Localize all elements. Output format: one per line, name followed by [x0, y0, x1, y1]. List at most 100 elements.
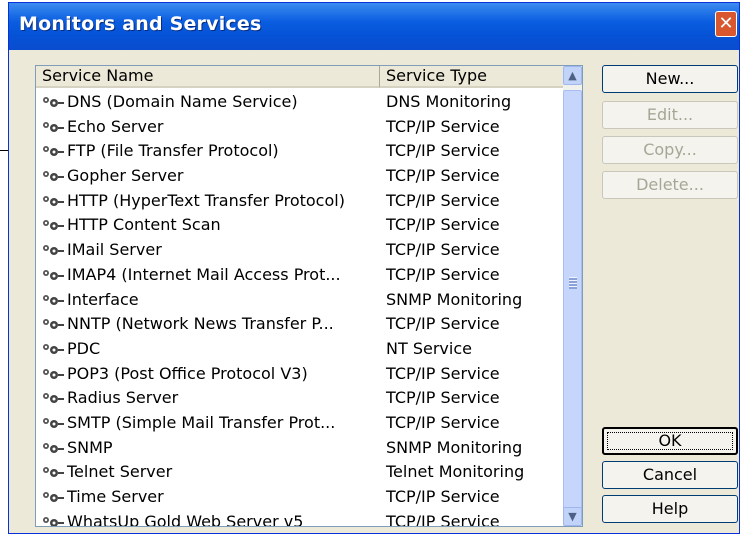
service-name: Gopher Server — [42, 164, 380, 188]
list-item[interactable]: Telnet Server Telnet Monitoring — [36, 460, 564, 485]
list-item[interactable]: Echo Server TCP/IP Service — [36, 115, 564, 140]
list-item[interactable]: IMail Server TCP/IP Service — [36, 238, 564, 263]
list-item[interactable]: Gopher Server TCP/IP Service — [36, 164, 564, 189]
list-rows: DNS (Domain Name Service) DNS Monitoring E… — [36, 90, 564, 527]
column-header-service-name[interactable]: Service Name — [36, 66, 380, 88]
list-item[interactable]: IMAP4 (Internet Mail Access Prot... TCP/I… — [36, 263, 564, 288]
service-name-text: POP3 (Post Office Protocol V3) — [67, 363, 308, 383]
service-name: Interface — [42, 288, 380, 312]
service-name: FTP (File Transfer Protocol) — [42, 139, 380, 163]
service-icon — [43, 393, 64, 404]
ok-button[interactable]: OK — [602, 427, 738, 455]
service-icon — [43, 368, 64, 379]
list-item[interactable]: Time Server TCP/IP Service — [36, 485, 564, 510]
list-item[interactable]: HTTP (HyperText Transfer Protocol) TCP/IP… — [36, 189, 564, 214]
close-icon: ✕ — [718, 13, 734, 34]
service-type: SNMP Monitoring — [386, 437, 523, 457]
service-name: IMAP4 (Internet Mail Access Prot... — [42, 263, 380, 287]
service-name-text: DNS (Domain Name Service) — [67, 92, 298, 111]
service-name-text: SMTP (Simple Mail Transfer Prot... — [67, 412, 336, 432]
list-item[interactable]: HTTP Content Scan TCP/IP Service — [36, 213, 564, 238]
service-type: TCP/IP Service — [386, 511, 500, 527]
service-type: TCP/IP Service — [386, 487, 500, 506]
service-type: SNMP Monitoring — [386, 289, 523, 309]
service-type: TCP/IP Service — [386, 314, 500, 334]
service-name-text: IMail Server — [67, 240, 162, 260]
service-icon — [43, 269, 64, 280]
edit-button[interactable]: Edit... — [602, 101, 738, 129]
service-name: HTTP Content Scan — [42, 213, 380, 237]
close-button[interactable]: ✕ — [715, 11, 737, 37]
scroll-up-button[interactable]: ▲ — [563, 66, 582, 85]
service-icon — [43, 492, 64, 502]
window-title: Monitors and Services — [19, 13, 262, 35]
list-item[interactable]: DNS (Domain Name Service) DNS Monitoring — [36, 90, 564, 115]
service-name-text: FTP (File Transfer Protocol) — [67, 141, 279, 161]
service-name-text: HTTP (HyperText Transfer Protocol) — [67, 190, 345, 210]
service-type: NT Service — [386, 338, 472, 358]
service-name: SMTP (Simple Mail Transfer Prot... — [42, 411, 380, 435]
scroll-down-button[interactable]: ▼ — [563, 507, 582, 526]
service-name: HTTP (HyperText Transfer Protocol) — [42, 189, 380, 213]
service-type: TCP/IP Service — [386, 264, 500, 284]
service-name-text: Time Server — [67, 487, 164, 506]
list-item[interactable]: NNTP (Network News Transfer P... TCP/IP S… — [36, 312, 564, 337]
service-name: Telnet Server — [42, 460, 380, 484]
service-type: TCP/IP Service — [386, 166, 500, 186]
service-name-text: Telnet Server — [67, 462, 173, 482]
column-header-service-type[interactable]: Service Type — [380, 66, 564, 88]
list-item[interactable]: WhatsUp Gold Web Server v5 TCP/IP Service — [36, 510, 564, 527]
service-icon — [43, 195, 64, 206]
service-name: NNTP (Network News Transfer P... — [42, 312, 380, 336]
service-name: Echo Server — [42, 115, 380, 139]
list-item[interactable]: FTP (File Transfer Protocol) TCP/IP Servi… — [36, 139, 564, 164]
focus-rect — [607, 432, 733, 450]
services-list[interactable]: Service Name Service Type DNS (Domain Na… — [35, 65, 583, 527]
delete-button[interactable]: Delete... — [602, 171, 738, 199]
copy-button[interactable]: Copy... — [602, 136, 738, 164]
service-type: TCP/IP Service — [386, 215, 500, 235]
service-name-text: NNTP (Network News Transfer P... — [67, 314, 334, 334]
list-item[interactable]: SNMP SNMP Monitoring — [36, 436, 564, 461]
help-button[interactable]: Help — [602, 495, 738, 523]
service-name: PDC — [42, 337, 380, 361]
vertical-scrollbar[interactable]: ▲ ▼ — [563, 66, 582, 526]
service-type: Telnet Monitoring — [386, 462, 525, 482]
service-type: TCP/IP Service — [386, 412, 500, 432]
service-name: IMail Server — [42, 238, 380, 262]
service-name-text: HTTP Content Scan — [67, 215, 221, 235]
grip-icon — [569, 277, 577, 289]
service-type: DNS Monitoring — [386, 92, 512, 111]
title-bar: Monitors and Services ✕ — [9, 3, 739, 50]
service-name-text: WhatsUp Gold Web Server v5 — [67, 511, 304, 527]
list-item[interactable]: PDC NT Service — [36, 337, 564, 362]
chevron-down-icon: ▼ — [568, 510, 577, 523]
service-icon — [43, 171, 64, 182]
service-icon — [43, 121, 64, 132]
service-name: POP3 (Post Office Protocol V3) — [42, 362, 380, 386]
list-item[interactable]: Radius Server TCP/IP Service — [36, 386, 564, 411]
monitors-services-dialog: Monitors and Services ✕ Service Name Ser… — [8, 2, 740, 534]
cancel-button[interactable]: Cancel — [602, 461, 738, 489]
service-name: SNMP — [42, 436, 380, 460]
service-type: TCP/IP Service — [386, 363, 500, 383]
service-name-text: PDC — [67, 338, 101, 358]
service-name-text: SNMP — [67, 437, 113, 457]
service-icon — [43, 146, 64, 157]
service-icon — [43, 319, 64, 330]
service-type: TCP/IP Service — [386, 240, 500, 260]
list-item[interactable]: Interface SNMP Monitoring — [36, 288, 564, 313]
service-name: Time Server — [42, 485, 380, 509]
chevron-up-icon: ▲ — [568, 69, 577, 82]
scroll-thumb[interactable] — [563, 90, 582, 510]
service-icon — [43, 97, 64, 107]
service-icon — [43, 245, 64, 256]
service-icon — [43, 516, 64, 526]
service-name-text: Echo Server — [67, 116, 164, 136]
service-name-text: IMAP4 (Internet Mail Access Prot... — [67, 264, 341, 284]
service-icon — [43, 417, 64, 428]
new-button[interactable]: New... — [602, 65, 738, 93]
list-item[interactable]: POP3 (Post Office Protocol V3) TCP/IP Ser… — [36, 362, 564, 387]
list-item[interactable]: SMTP (Simple Mail Transfer Prot... TCP/IP… — [36, 411, 564, 436]
service-icon — [43, 220, 64, 231]
